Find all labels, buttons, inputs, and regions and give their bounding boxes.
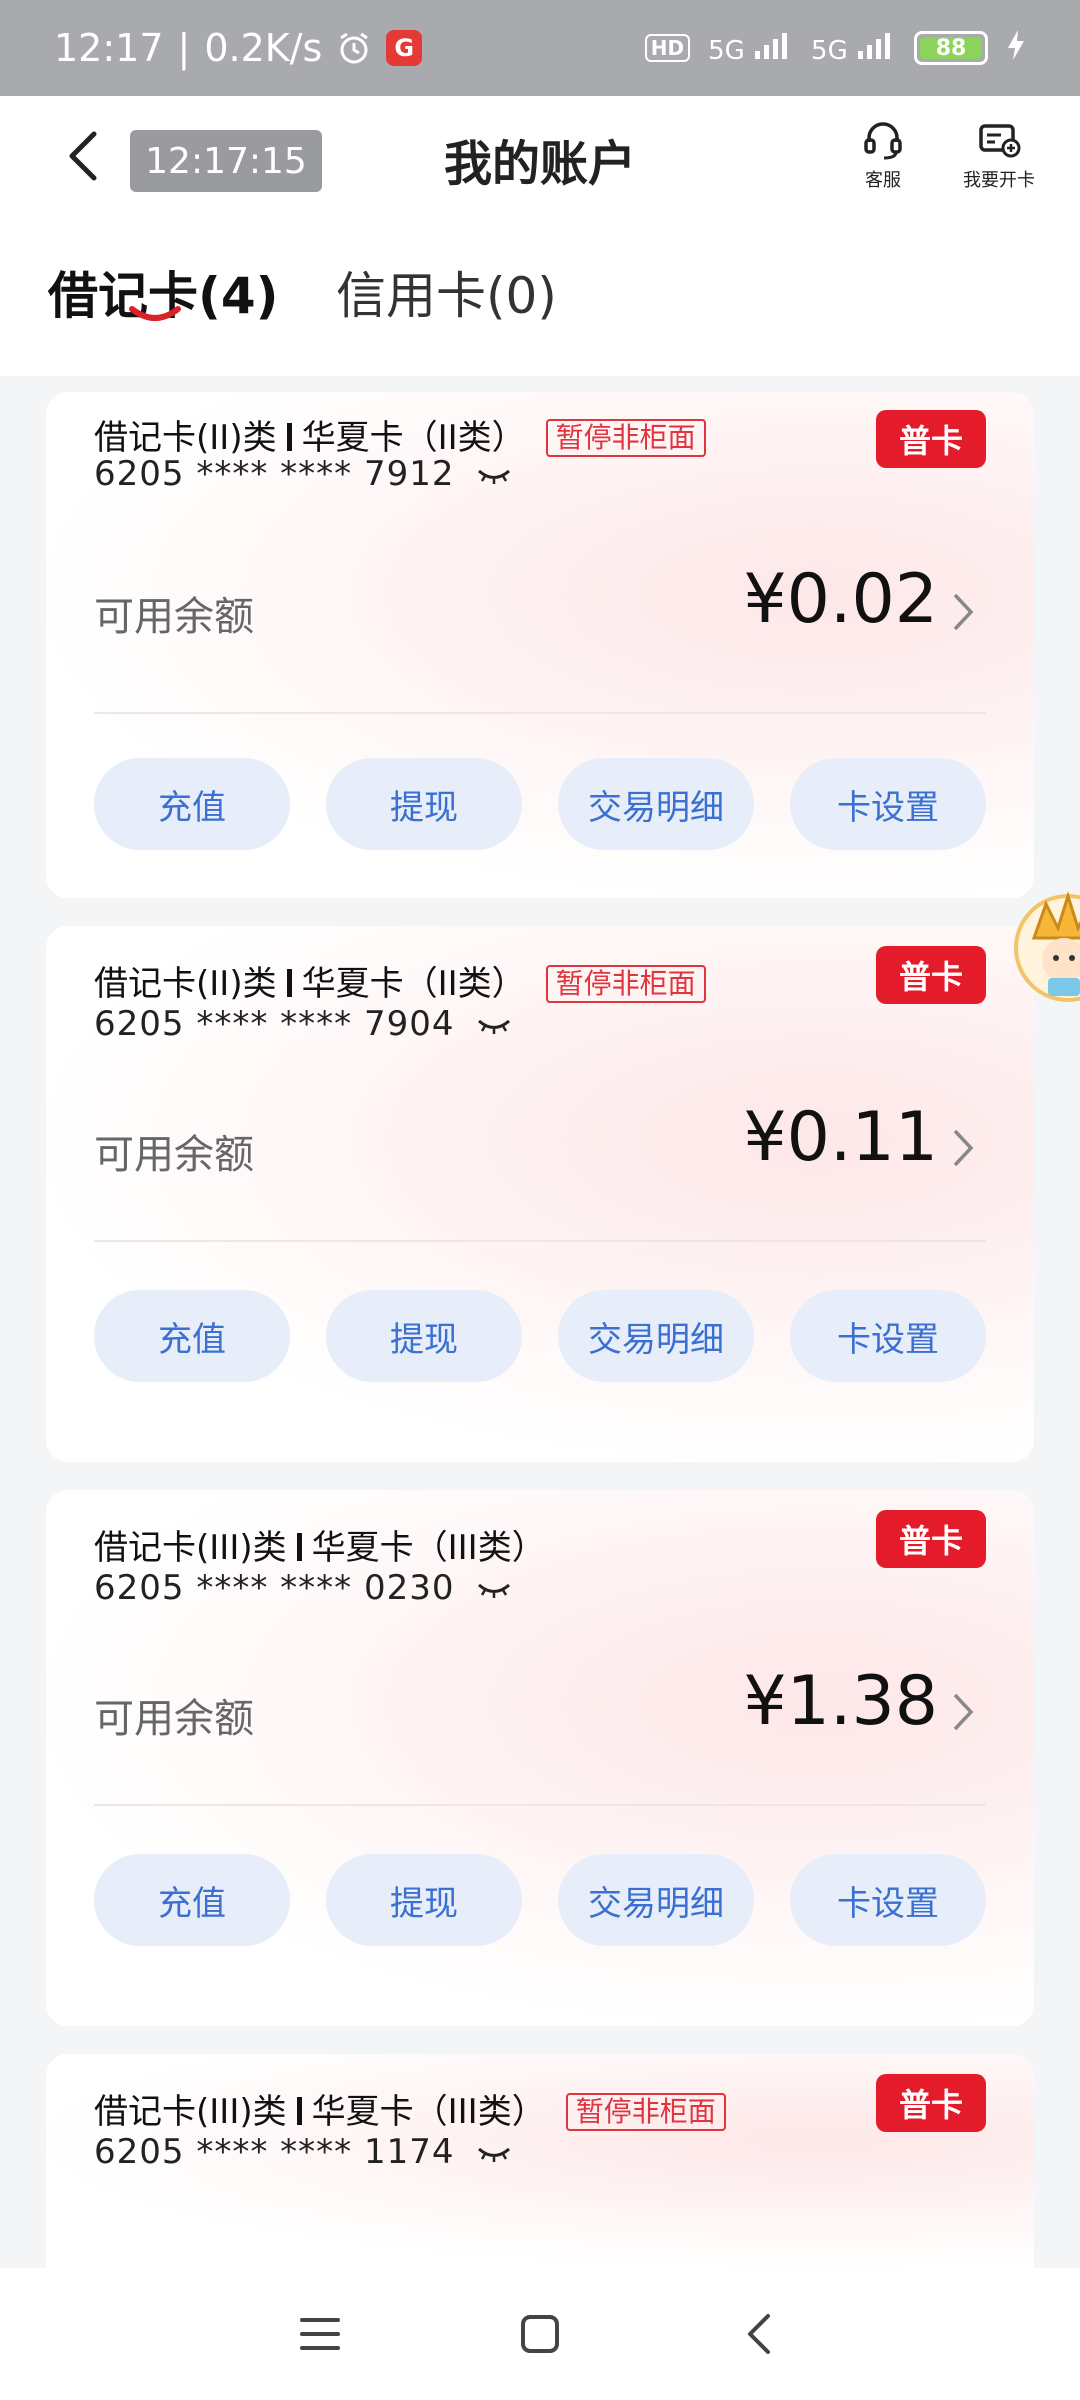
- system-nav-bar: [0, 2268, 1080, 2400]
- chevron-right-icon[interactable]: [950, 1690, 976, 1734]
- card-number: 6205 **** **** 7904: [94, 1004, 512, 1044]
- card-type-tabs: 借记卡(4) 信用卡(0): [0, 216, 1080, 376]
- card-divider: [94, 1804, 986, 1806]
- tab-credit-card[interactable]: 信用卡(0): [336, 256, 557, 328]
- charging-icon: [1006, 28, 1026, 69]
- withdraw-button[interactable]: 提现: [326, 1290, 522, 1382]
- card-settings-button[interactable]: 卡设置: [790, 1290, 986, 1382]
- battery-icon: 88: [914, 31, 988, 65]
- status-divider: |: [177, 26, 191, 70]
- card-title: 借记卡(III)类 华夏卡（III类） 暂停非柜面: [94, 2084, 726, 2133]
- back-triangle-icon[interactable]: [738, 2312, 782, 2356]
- status-net-speed: 0.2K/s: [204, 26, 323, 70]
- transaction-details-button[interactable]: 交易明细: [558, 1290, 754, 1382]
- card-actions: 充值 提现 交易明细 卡设置: [94, 758, 986, 850]
- debit-card-3[interactable]: 借记卡(III)类 华夏卡（III类） 普卡 6205 **** **** 023…: [46, 1490, 1034, 2026]
- signal-5g-2: 5G: [811, 31, 896, 66]
- withdraw-button[interactable]: 提现: [326, 1854, 522, 1946]
- eye-closed-icon[interactable]: [476, 2144, 512, 2164]
- card-number: 6205 **** **** 7912: [94, 454, 512, 494]
- eye-closed-icon[interactable]: [476, 466, 512, 486]
- card-type-badge: 普卡: [876, 410, 986, 468]
- app-header: 12:17:15 我的账户 客服 我要开卡: [0, 96, 1080, 216]
- card-divider: [94, 712, 986, 714]
- card-type-badge: 普卡: [876, 2074, 986, 2132]
- recharge-button[interactable]: 充值: [94, 1854, 290, 1946]
- debit-card-1[interactable]: 借记卡(II)类 华夏卡（II类） 暂停非柜面 普卡 6205 **** **** …: [46, 392, 1034, 898]
- balance-label: 可用余额: [94, 594, 254, 640]
- status-bar: 12:17 | 0.2K/s G HD 5G 5G 88: [0, 0, 1080, 96]
- card-number: 6205 **** **** 0230: [94, 1568, 512, 1608]
- card-type-badge: 普卡: [876, 946, 986, 1004]
- chevron-right-icon[interactable]: [950, 590, 976, 634]
- status-tag: 暂停非柜面: [565, 2093, 726, 2131]
- card-plus-icon: [979, 124, 1021, 158]
- recharge-button[interactable]: 充值: [94, 1290, 290, 1382]
- balance-label: 可用余额: [94, 1132, 254, 1178]
- card-actions: 充值 提现 交易明细 卡设置: [94, 1290, 986, 1382]
- balance-value[interactable]: ¥1.38: [743, 1662, 938, 1741]
- status-tag: 暂停非柜面: [545, 419, 706, 457]
- balance-value[interactable]: ¥0.02: [743, 560, 938, 639]
- headset-icon: [864, 122, 902, 160]
- service-label: 客服: [865, 170, 901, 191]
- card-number: 6205 **** **** 1174: [94, 2132, 512, 2172]
- floating-mascot-icon[interactable]: [1012, 882, 1080, 1012]
- card-settings-button[interactable]: 卡设置: [790, 758, 986, 850]
- customer-service-button[interactable]: 客服: [828, 118, 938, 198]
- card-title: 借记卡(II)类 华夏卡（II类） 暂停非柜面: [94, 410, 706, 459]
- card-type-badge: 普卡: [876, 1510, 986, 1568]
- menu-icon[interactable]: [298, 2314, 342, 2354]
- card-title: 借记卡(III)类 华夏卡（III类）: [94, 1528, 546, 1568]
- card-title: 借记卡(II)类 华夏卡（II类） 暂停非柜面: [94, 956, 706, 1005]
- card-settings-button[interactable]: 卡设置: [790, 1854, 986, 1946]
- transaction-details-button[interactable]: 交易明细: [558, 758, 754, 850]
- balance-label: 可用余额: [94, 1696, 254, 1742]
- home-square-icon[interactable]: [518, 2312, 562, 2356]
- debit-card-2[interactable]: 借记卡(II)类 华夏卡（II类） 暂停非柜面 普卡 6205 **** **** …: [46, 926, 1034, 1462]
- transaction-details-button[interactable]: 交易明细: [558, 1854, 754, 1946]
- hd-icon: HD: [644, 34, 691, 62]
- app-notification-icon: G: [386, 30, 423, 66]
- eye-closed-icon[interactable]: [476, 1580, 512, 1600]
- recharge-button[interactable]: 充值: [94, 758, 290, 850]
- eye-closed-icon[interactable]: [476, 1016, 512, 1036]
- chevron-right-icon[interactable]: [950, 1126, 976, 1170]
- withdraw-button[interactable]: 提现: [326, 758, 522, 850]
- debit-card-4[interactable]: 借记卡(III)类 华夏卡（III类） 暂停非柜面 普卡 6205 **** ***…: [46, 2054, 1034, 2268]
- alarm-icon: [336, 30, 372, 66]
- balance-value[interactable]: ¥0.11: [743, 1098, 938, 1177]
- card-actions: 充值 提现 交易明细 卡设置: [94, 1854, 986, 1946]
- status-tag: 暂停非柜面: [545, 965, 706, 1003]
- status-time: 12:17: [54, 26, 164, 70]
- tab-active-indicator: [129, 306, 181, 321]
- open-card-button[interactable]: 我要开卡: [944, 118, 1054, 198]
- signal-5g-1: 5G: [708, 31, 793, 66]
- open-card-label: 我要开卡: [963, 170, 1035, 191]
- card-divider: [94, 1240, 986, 1242]
